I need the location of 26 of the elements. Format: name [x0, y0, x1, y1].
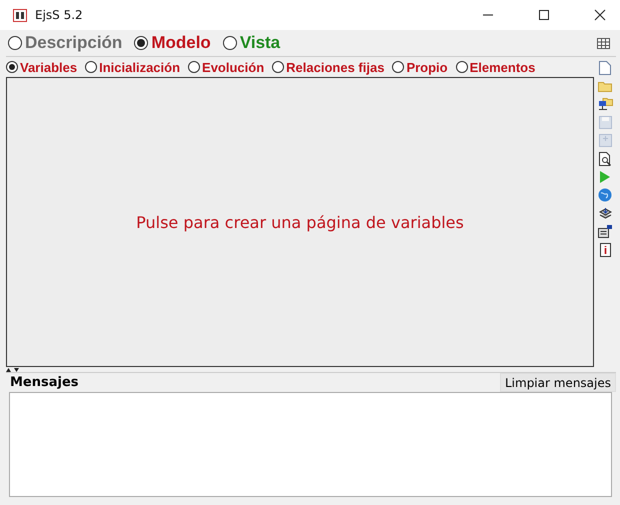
main-tab[interactable]: Modelo — [134, 33, 211, 53]
main-tab[interactable]: Vista — [222, 33, 280, 53]
variables-panel[interactable]: Pulse para crear una página de variables — [6, 77, 594, 367]
main-tab[interactable]: Descripción — [8, 33, 122, 53]
messages-title: Mensajes — [10, 375, 79, 390]
clipboard-icon[interactable] — [598, 225, 612, 238]
new-file-icon[interactable] — [599, 61, 611, 75]
clear-messages-button[interactable]: Limpiar mensajes — [500, 373, 616, 392]
grid-icon[interactable] — [597, 38, 610, 48]
package-icon[interactable] — [598, 207, 612, 220]
sub-tab[interactable]: Variables — [6, 60, 78, 74]
maximize-icon[interactable] — [538, 9, 550, 21]
globe-icon[interactable] — [598, 188, 612, 202]
panel-message: Pulse para crear una página de variables — [136, 212, 464, 232]
info-icon[interactable] — [600, 243, 610, 257]
sub-tab[interactable]: Inicialización — [85, 60, 180, 74]
close-icon[interactable] — [594, 9, 606, 21]
sub-tab[interactable]: Elementos — [456, 60, 536, 74]
document-search-icon[interactable] — [598, 152, 612, 166]
network-folder-icon[interactable] — [598, 97, 612, 111]
sub-tab[interactable]: Evolución — [188, 60, 264, 74]
window-title: EjsS 5.2 — [35, 8, 83, 22]
sub-tab[interactable]: Relaciones fijas — [272, 60, 384, 74]
sub-tab[interactable]: Propio — [392, 60, 448, 74]
app-logo-icon — [13, 8, 27, 22]
splitter-arrows-icon[interactable] — [6, 368, 20, 372]
